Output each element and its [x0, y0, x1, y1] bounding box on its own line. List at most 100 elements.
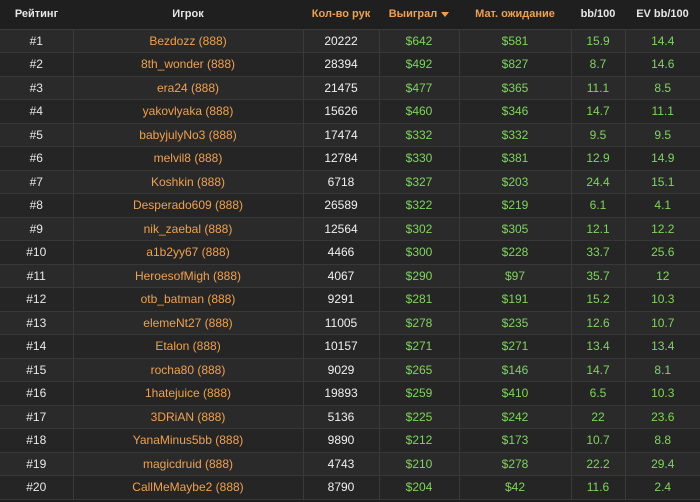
- cell-ev: $381: [459, 146, 572, 171]
- player-link[interactable]: YanaMinus5bb (888): [73, 428, 304, 453]
- table-row: #19 magicdruid (888) 4743 $210 $278 22.2 29.4: [0, 452, 700, 476]
- player-link[interactable]: babyjulyNo3 (888): [73, 123, 304, 147]
- cell-rank: #11: [0, 264, 74, 288]
- cell-bb100: 9.5: [571, 123, 626, 147]
- player-link[interactable]: otb_batman (888): [73, 287, 304, 312]
- player-link[interactable]: rocha80 (888): [73, 358, 304, 382]
- cell-ev: $365: [459, 76, 572, 100]
- header-won[interactable]: Выиграл: [379, 0, 459, 30]
- cell-hands: 15626: [303, 99, 380, 124]
- cell-bb100: 12.6: [571, 311, 626, 335]
- cell-evbb100: 14.6: [625, 52, 700, 77]
- cell-bb100: 11.1: [571, 76, 626, 100]
- cell-bb100: 11.6: [571, 475, 626, 500]
- cell-rank: #15: [0, 358, 74, 382]
- cell-evbb100: 9.5: [625, 123, 700, 147]
- cell-won: $302: [379, 217, 460, 241]
- player-link[interactable]: melvil8 (888): [73, 146, 304, 171]
- table-row: #1 Bezdozz (888) 20222 $642 $581 15.9 14.4: [0, 29, 700, 53]
- cell-bb100: 24.4: [571, 170, 626, 194]
- cell-hands: 4067: [303, 264, 380, 288]
- cell-ev: $203: [459, 170, 572, 194]
- cell-won: $225: [379, 405, 460, 429]
- cell-hands: 6718: [303, 170, 380, 194]
- table-body: #1 Bezdozz (888) 20222 $642 $581 15.9 14.4 #2 8t…: [0, 29, 700, 500]
- player-link[interactable]: 3DRiAN (888): [73, 405, 304, 429]
- header-ev[interactable]: Мат. ожидание: [459, 0, 571, 30]
- player-link[interactable]: HeroesofMigh (888): [73, 264, 304, 288]
- cell-hands: 9029: [303, 358, 380, 382]
- cell-bb100: 8.7: [571, 52, 626, 77]
- cell-rank: #7: [0, 170, 74, 194]
- player-link[interactable]: Bezdozz (888): [73, 29, 304, 53]
- player-link[interactable]: elemeNt27 (888): [73, 311, 304, 335]
- cell-hands: 12564: [303, 217, 380, 241]
- cell-won: $322: [379, 193, 460, 218]
- cell-hands: 4466: [303, 240, 380, 265]
- cell-ev: $827: [459, 52, 572, 77]
- cell-ev: $271: [459, 334, 572, 359]
- cell-hands: 5136: [303, 405, 380, 429]
- player-link[interactable]: CallMeMaybe2 (888): [73, 475, 304, 500]
- header-player[interactable]: Игрок: [73, 0, 303, 30]
- cell-hands: 26589: [303, 193, 380, 218]
- cell-evbb100: 2.4: [625, 475, 700, 500]
- cell-bb100: 12.1: [571, 217, 626, 241]
- cell-bb100: 15.2: [571, 287, 626, 312]
- cell-bb100: 14.7: [571, 358, 626, 382]
- cell-rank: #20: [0, 475, 74, 500]
- cell-won: $477: [379, 76, 460, 100]
- header-bb100[interactable]: bb/100: [571, 0, 625, 30]
- header-hands[interactable]: Кол-во рук: [303, 0, 379, 30]
- cell-rank: #2: [0, 52, 74, 77]
- player-link[interactable]: nik_zaebal (888): [73, 217, 304, 241]
- table-row: #9 nik_zaebal (888) 12564 $302 $305 12.1 12.2: [0, 217, 700, 241]
- table-row: #17 3DRiAN (888) 5136 $225 $242 22 23.6: [0, 405, 700, 429]
- table-row: #15 rocha80 (888) 9029 $265 $146 14.7 8.1: [0, 358, 700, 382]
- cell-evbb100: 14.4: [625, 29, 700, 53]
- cell-ev: $242: [459, 405, 572, 429]
- table-row: #11 HeroesofMigh (888) 4067 $290 $97 35.7 12: [0, 264, 700, 288]
- cell-evbb100: 12.2: [625, 217, 700, 241]
- player-link[interactable]: Desperado609 (888): [73, 193, 304, 218]
- table-row: #12 otb_batman (888) 9291 $281 $191 15.2 10.3: [0, 287, 700, 312]
- cell-hands: 8790: [303, 475, 380, 500]
- cell-won: $259: [379, 381, 460, 406]
- cell-bb100: 35.7: [571, 264, 626, 288]
- player-link[interactable]: a1b2yy67 (888): [73, 240, 304, 265]
- cell-won: $278: [379, 311, 460, 335]
- cell-evbb100: 14.9: [625, 146, 700, 171]
- cell-ev: $97: [459, 264, 572, 288]
- cell-won: $327: [379, 170, 460, 194]
- table-row: #13 elemeNt27 (888) 11005 $278 $235 12.6 10.7: [0, 311, 700, 335]
- table-row: #16 1hatejuice (888) 19893 $259 $410 6.5 10.3: [0, 381, 700, 406]
- cell-bb100: 14.7: [571, 99, 626, 124]
- player-link[interactable]: yakovlyaka (888): [73, 99, 304, 124]
- player-link[interactable]: magicdruid (888): [73, 452, 304, 476]
- player-link[interactable]: Koshkin (888): [73, 170, 304, 194]
- header-row: Рейтинг Игрок Кол-во рук Выиграл Мат. ож…: [0, 0, 700, 30]
- header-rank[interactable]: Рейтинг: [0, 0, 73, 30]
- player-link[interactable]: 1hatejuice (888): [73, 381, 304, 406]
- cell-won: $210: [379, 452, 460, 476]
- cell-evbb100: 8.1: [625, 358, 700, 382]
- cell-hands: 21475: [303, 76, 380, 100]
- header-evbb100[interactable]: EV bb/100: [625, 0, 700, 30]
- cell-bb100: 33.7: [571, 240, 626, 265]
- cell-evbb100: 12: [625, 264, 700, 288]
- cell-hands: 10157: [303, 334, 380, 359]
- cell-rank: #18: [0, 428, 74, 453]
- cell-won: $642: [379, 29, 460, 53]
- cell-rank: #14: [0, 334, 74, 359]
- player-link[interactable]: era24 (888): [73, 76, 304, 100]
- cell-hands: 28394: [303, 52, 380, 77]
- player-link[interactable]: Etalon (888): [73, 334, 304, 359]
- cell-evbb100: 8.5: [625, 76, 700, 100]
- cell-rank: #12: [0, 287, 74, 312]
- cell-ev: $228: [459, 240, 572, 265]
- cell-won: $271: [379, 334, 460, 359]
- cell-hands: 12784: [303, 146, 380, 171]
- cell-bb100: 15.9: [571, 29, 626, 53]
- cell-rank: #17: [0, 405, 74, 429]
- player-link[interactable]: 8th_wonder (888): [73, 52, 304, 77]
